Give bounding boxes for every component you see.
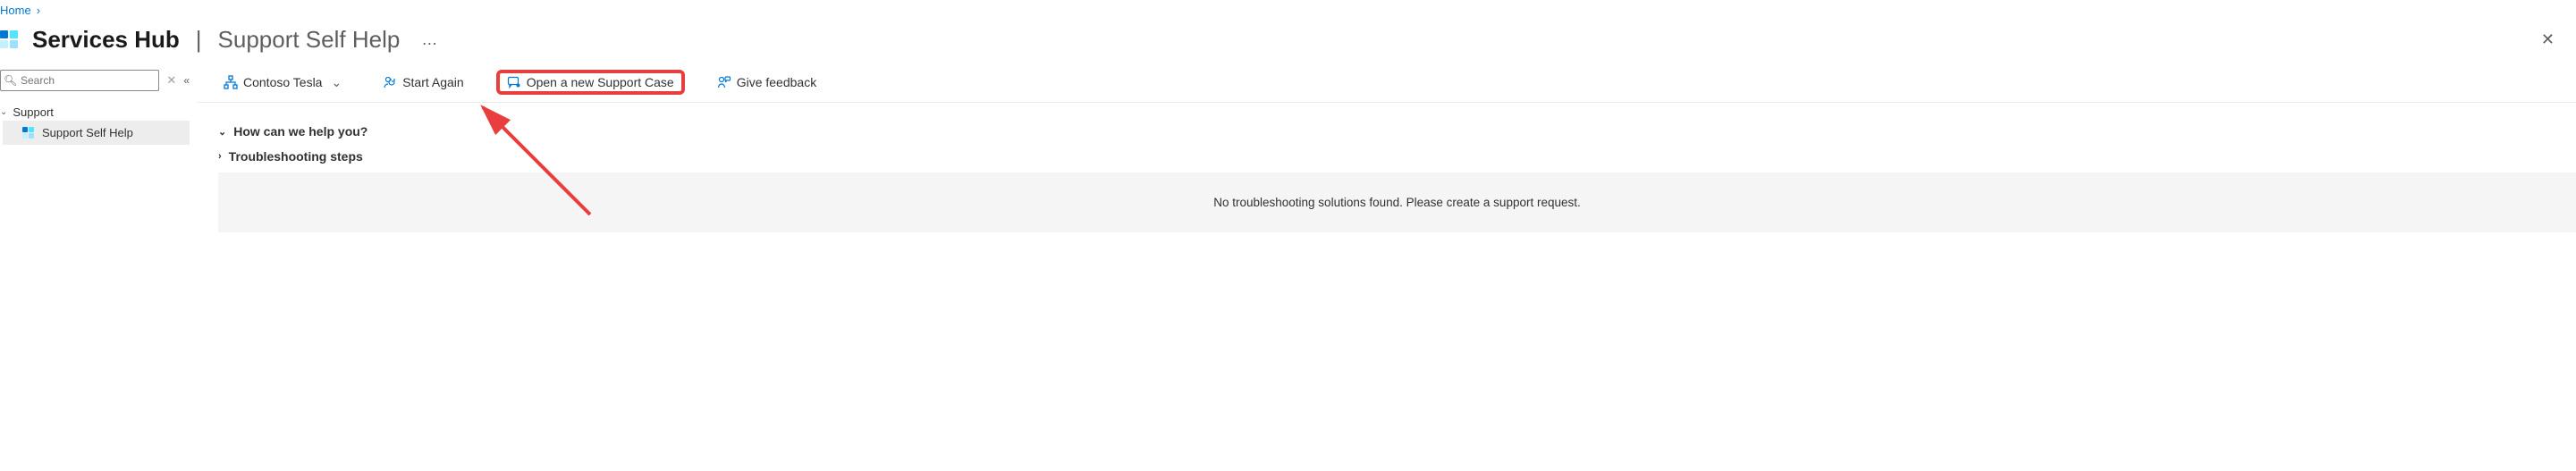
chevron-down-icon: ⌄ — [0, 107, 7, 117]
sitemap-icon — [224, 75, 238, 89]
section-troubleshooting-steps[interactable]: › Troubleshooting steps — [218, 144, 2576, 169]
sidebar-item-support-self-help[interactable]: Support Self Help — [0, 121, 190, 145]
search-input[interactable] — [0, 70, 159, 91]
close-button[interactable]: ✕ — [2541, 30, 2555, 49]
workspace-label: Contoso Tesla — [243, 75, 322, 89]
sidebar-group-support[interactable]: ⌄ Support — [0, 104, 190, 121]
sidebar-group-label: Support — [13, 105, 54, 119]
clear-search-button[interactable]: ✕ — [166, 73, 176, 88]
chevron-down-icon: ⌄ — [331, 75, 342, 90]
support-chat-icon — [507, 75, 521, 89]
open-support-case-label: Open a new Support Case — [527, 75, 674, 89]
open-support-case-button[interactable]: Open a new Support Case — [496, 70, 685, 95]
breadcrumb: Home › — [0, 0, 2576, 21]
no-solutions-message: No troubleshooting solutions found. Plea… — [218, 172, 2576, 232]
give-feedback-label: Give feedback — [737, 75, 817, 89]
section-label: Troubleshooting steps — [229, 149, 363, 164]
workspace-dropdown[interactable]: Contoso Tesla ⌄ — [215, 71, 351, 94]
breadcrumb-home[interactable]: Home — [0, 4, 31, 17]
toolbar: Contoso Tesla ⌄ Start Again Open a new S… — [197, 70, 2576, 103]
main-content: Contoso Tesla ⌄ Start Again Open a new S… — [197, 70, 2576, 232]
start-again-label: Start Again — [402, 75, 464, 89]
collapse-sidebar-button[interactable]: « — [183, 74, 190, 87]
section-how-can-we-help[interactable]: ⌄ How can we help you? — [218, 119, 2576, 144]
give-feedback-button[interactable]: Give feedback — [708, 71, 826, 93]
chevron-right-icon: › — [37, 4, 40, 17]
person-refresh-icon — [383, 75, 397, 89]
page-title-separator: | — [196, 26, 202, 54]
sidebar-item-label: Support Self Help — [42, 126, 133, 139]
page-header: Services Hub | Support Self Help … ✕ — [0, 21, 2576, 70]
more-actions-button[interactable]: … — [421, 30, 437, 49]
chevron-down-icon: ⌄ — [218, 126, 226, 138]
page-title-sub: Support Self Help — [218, 26, 401, 54]
start-again-button[interactable]: Start Again — [374, 71, 473, 93]
search-icon: 🔍︎ — [4, 74, 17, 87]
page-title-main: Services Hub — [32, 26, 180, 54]
section-label: How can we help you? — [233, 124, 367, 139]
services-hub-logo-icon — [0, 30, 20, 50]
support-self-help-icon — [22, 127, 35, 139]
content-sections: ⌄ How can we help you? › Troubleshooting… — [197, 103, 2576, 232]
feedback-person-icon — [717, 75, 731, 89]
chevron-right-icon: › — [218, 151, 222, 162]
sidebar: 🔍︎ ✕ « ⌄ Support Support Self Help — [0, 70, 197, 145]
search-box: 🔍︎ — [0, 70, 159, 91]
message-text: No troubleshooting solutions found. Plea… — [1213, 196, 1581, 209]
